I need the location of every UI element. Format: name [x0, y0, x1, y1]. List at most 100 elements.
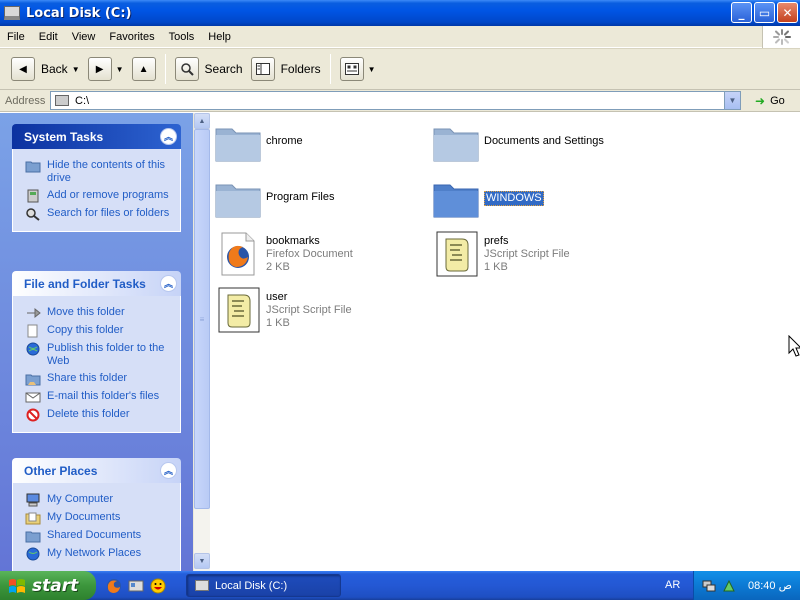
- file-type: JScript Script File: [266, 304, 352, 316]
- forward-arrow-icon: ▶: [87, 57, 112, 81]
- start-label: start: [32, 575, 79, 596]
- file-folder-tasks-title: File and Folder Tasks: [24, 276, 146, 291]
- menu-tools[interactable]: Tools: [162, 31, 202, 43]
- task-add-remove-programs[interactable]: Add or remove programs: [25, 189, 174, 203]
- language-indicator[interactable]: AR: [665, 579, 680, 591]
- views-button[interactable]: ▼: [336, 54, 380, 84]
- collapse-chevron-icon[interactable]: ︽: [160, 275, 177, 292]
- go-button[interactable]: ➜ Go: [755, 94, 785, 108]
- mouse-cursor-icon: [788, 335, 800, 357]
- place-my-documents[interactable]: My Documents: [25, 511, 174, 525]
- task-move-folder[interactable]: Move this folder: [25, 306, 174, 320]
- menu-view[interactable]: View: [65, 31, 103, 43]
- go-label: Go: [770, 94, 785, 107]
- system-tasks-header[interactable]: System Tasks ︽: [12, 124, 181, 149]
- toolbar-separator: [164, 54, 166, 84]
- messenger-icon[interactable]: [150, 578, 166, 594]
- folders-button[interactable]: Folders: [247, 54, 325, 84]
- folder-icon: [215, 128, 261, 162]
- folder-item[interactable]: Program Files: [214, 179, 334, 219]
- other-places-body: My Computer My Documents Shared Document…: [12, 483, 181, 571]
- quick-launch: [106, 578, 166, 594]
- clock[interactable]: 08:40 ص: [748, 579, 792, 592]
- scroll-up-button[interactable]: ▲: [194, 113, 210, 129]
- close-button[interactable]: ✕: [777, 2, 798, 23]
- task-delete-folder[interactable]: Delete this folder: [25, 408, 174, 422]
- taskbar-window-button[interactable]: Local Disk (C:): [186, 574, 341, 597]
- back-dropdown-icon[interactable]: ▼: [72, 65, 80, 74]
- scroll-down-button[interactable]: ▼: [194, 553, 210, 569]
- back-button[interactable]: ◀ Back ▼: [7, 54, 84, 84]
- toolbar-separator: [329, 54, 331, 84]
- task-publish-web[interactable]: Publish this folder to the Web: [25, 342, 174, 368]
- other-places-header[interactable]: Other Places ︽: [12, 458, 181, 483]
- maximize-button[interactable]: ▭: [754, 2, 775, 23]
- network-icon[interactable]: [702, 579, 716, 593]
- task-search-files[interactable]: Search for files or folders: [25, 207, 174, 221]
- menu-edit[interactable]: Edit: [32, 31, 65, 43]
- place-network[interactable]: My Network Places: [25, 547, 174, 561]
- forward-button[interactable]: ▶ ▼: [84, 54, 128, 84]
- file-name: Documents and Settings: [484, 135, 604, 147]
- menu-favorites[interactable]: Favorites: [102, 31, 161, 43]
- file-folder-tasks-body: Move this folder Copy this folder Publis…: [12, 296, 181, 433]
- file-list: chrome Documents and Settings Program Fi…: [210, 113, 800, 571]
- other-places-title: Other Places: [24, 463, 98, 478]
- address-input[interactable]: C:\ ▼: [50, 91, 741, 110]
- file-name: user: [266, 291, 288, 303]
- folder-hide-icon: [25, 161, 41, 173]
- folders-icon: [250, 57, 275, 81]
- file-item[interactable]: bookmarks Firefox Document 2 KB: [218, 231, 353, 277]
- menu-help[interactable]: Help: [201, 31, 238, 43]
- shared-documents-icon: [25, 531, 41, 543]
- back-label: Back: [41, 62, 68, 76]
- search-label: Search: [204, 62, 243, 76]
- search-button[interactable]: Search: [171, 54, 247, 84]
- folder-item[interactable]: chrome: [214, 123, 303, 163]
- forward-dropdown-icon[interactable]: ▼: [116, 65, 124, 74]
- views-dropdown-icon[interactable]: ▼: [368, 65, 376, 74]
- place-my-computer[interactable]: My Computer: [25, 493, 174, 507]
- taskbar: start Local Disk (C:) AR 08:40 ص: [0, 571, 800, 600]
- up-button[interactable]: ▲: [128, 54, 160, 84]
- go-arrow-icon: ➜: [755, 93, 766, 108]
- scroll-thumb[interactable]: ≡: [194, 129, 210, 509]
- publish-web-icon: [26, 342, 40, 356]
- drive-icon: [55, 95, 69, 106]
- place-shared-documents[interactable]: Shared Documents: [25, 529, 174, 543]
- minimize-button[interactable]: _: [731, 2, 752, 23]
- move-icon: [27, 307, 41, 319]
- system-tasks-title: System Tasks: [24, 129, 104, 144]
- task-email-files[interactable]: E-mail this folder's files: [25, 390, 174, 404]
- window-controls: _ ▭ ✕: [731, 2, 798, 23]
- menu-file[interactable]: File: [0, 31, 32, 43]
- task-pane: System Tasks ︽ Hide the contents of this…: [0, 113, 193, 571]
- task-hide-drive-contents[interactable]: Hide the contents of this drive: [25, 159, 174, 185]
- file-name: prefs: [484, 235, 509, 247]
- task-pane-scrollbar[interactable]: ▲ ≡ ▼: [193, 113, 210, 571]
- collapse-chevron-icon[interactable]: ︽: [160, 128, 177, 145]
- file-folder-tasks-header[interactable]: File and Folder Tasks ︽: [12, 271, 181, 296]
- delete-icon: [26, 408, 40, 422]
- jscript-file-icon: [436, 231, 478, 277]
- file-item[interactable]: prefs JScript Script File 1 KB: [436, 231, 570, 277]
- firefox-icon[interactable]: [106, 578, 122, 594]
- file-item[interactable]: user JScript Script File 1 KB: [218, 287, 352, 333]
- address-dropdown-icon[interactable]: ▼: [724, 92, 740, 109]
- safely-remove-icon[interactable]: [722, 579, 736, 593]
- menu-bar: File Edit View Favorites Tools Help: [0, 26, 800, 48]
- network-places-icon: [26, 547, 40, 561]
- folder-item-selected[interactable]: WINDOWS: [432, 179, 544, 219]
- folder-item[interactable]: Documents and Settings: [432, 123, 604, 163]
- show-desktop-icon[interactable]: [128, 578, 144, 594]
- folder-icon: [215, 184, 261, 218]
- task-share-folder[interactable]: Share this folder: [25, 372, 174, 386]
- search-icon: [174, 57, 199, 81]
- title-bar[interactable]: Local Disk (C:) _ ▭ ✕: [0, 0, 800, 26]
- collapse-chevron-icon[interactable]: ︽: [160, 462, 177, 479]
- copy-icon: [27, 324, 38, 338]
- windows-logo-icon: [9, 578, 25, 593]
- task-copy-folder[interactable]: Copy this folder: [25, 324, 174, 338]
- start-button[interactable]: start: [0, 571, 96, 600]
- file-name: WINDOWS: [484, 191, 544, 206]
